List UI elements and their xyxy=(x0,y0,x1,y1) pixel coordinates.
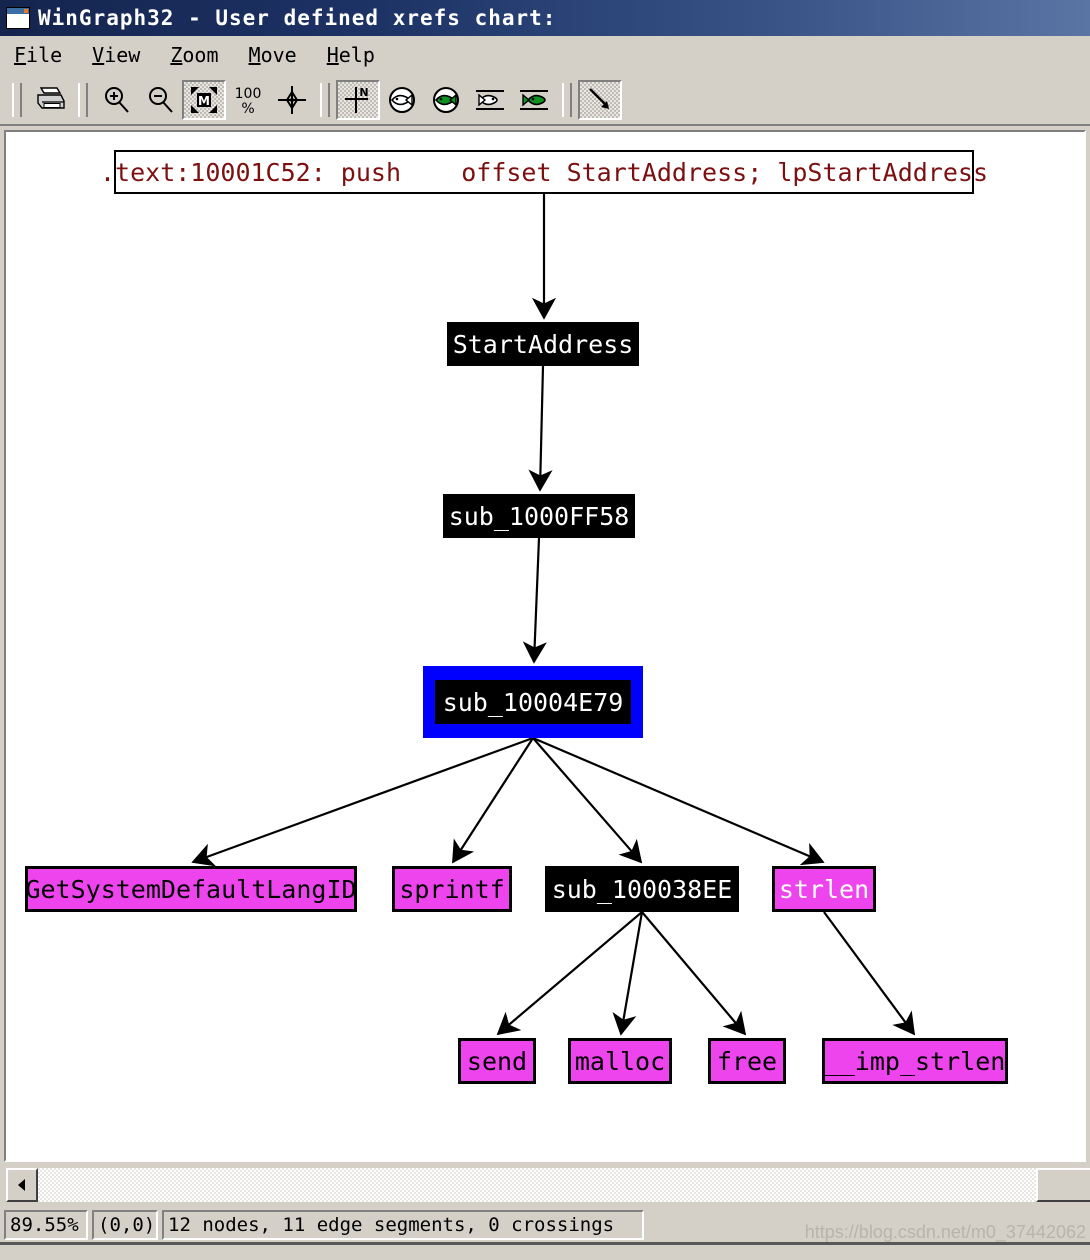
graph-node-malloc[interactable]: malloc xyxy=(568,1038,672,1084)
menu-item-help[interactable]: Help xyxy=(327,43,375,67)
toolbar: M 100 % N xyxy=(0,74,1090,126)
print-button[interactable] xyxy=(28,80,72,120)
menu-mnemonic: F xyxy=(14,43,27,67)
center-icon xyxy=(278,86,306,114)
horizontal-scrollbar[interactable] xyxy=(6,1168,1090,1202)
edge-mode-button[interactable] xyxy=(578,80,622,120)
node-label: sprintf xyxy=(399,874,505,904)
crosshair-north-icon: N xyxy=(345,86,369,113)
menu-mnemonic: Z xyxy=(170,43,183,67)
node-label: free xyxy=(716,1046,778,1076)
graph-node-imp-strlen[interactable]: __imp_strlen xyxy=(822,1038,1008,1084)
zoom-in-button[interactable] xyxy=(94,80,138,120)
toolbar-grip-4[interactable] xyxy=(562,83,572,117)
menu-label: ove xyxy=(260,43,297,67)
graph-node-free[interactable]: free xyxy=(708,1038,786,1084)
arrow-down-right-icon xyxy=(589,88,609,109)
status-coords: (0,0) xyxy=(92,1210,158,1240)
graph-content: .text:10001C52: push offset StartAddress… xyxy=(6,132,1084,1160)
fisheye-rect-green-icon xyxy=(520,90,548,110)
fit-to-window-icon: M xyxy=(191,87,217,113)
menu-label: oom xyxy=(182,43,219,67)
edge xyxy=(191,736,534,867)
toolbar-grip[interactable] xyxy=(12,83,22,117)
graph-node-strlen[interactable]: strlen xyxy=(772,866,876,912)
toolbar-grip-2[interactable] xyxy=(78,83,88,117)
fisheye-rect-button[interactable] xyxy=(468,80,512,120)
node-label: sub_1000FF58 xyxy=(448,501,630,531)
menu-mnemonic: H xyxy=(326,43,339,67)
zoom-100-button[interactable]: 100 % xyxy=(226,80,270,120)
window-title: WinGraph32 - User defined xrefs chart: xyxy=(38,6,557,30)
scroll-left-button[interactable] xyxy=(6,1168,38,1202)
toolbar-grip-3[interactable] xyxy=(320,83,330,117)
graph-node-sub-10004e79-selected[interactable]: sub_10004E79 xyxy=(423,666,643,738)
menu-item-file[interactable]: File xyxy=(14,43,62,67)
wingraph32-window: WinGraph32 - User defined xrefs chart: F… xyxy=(0,0,1090,1260)
fisheye-circle-green-icon xyxy=(433,87,459,113)
fisheye-circle-icon xyxy=(389,87,415,113)
menu-item-view[interactable]: View xyxy=(92,43,140,67)
triangle-left-icon xyxy=(18,1179,25,1191)
status-zoom: 89.55% xyxy=(4,1210,88,1240)
svg-text:100: 100 xyxy=(235,86,262,102)
title-bar: WinGraph32 - User defined xrefs chart: xyxy=(0,0,1090,36)
edge xyxy=(612,911,644,1036)
node-label: sub_10004E79 xyxy=(442,687,624,717)
node-inner: sub_10004E79 xyxy=(435,680,631,724)
svg-text:N: N xyxy=(359,86,368,99)
fisheye-circle-button[interactable] xyxy=(380,80,424,120)
menu-label: elp xyxy=(338,43,375,67)
print-icon xyxy=(37,87,65,109)
menu-bar: File View Zoom Move Help xyxy=(0,36,1090,74)
node-label: .text:10001C52: push offset StartAddress… xyxy=(99,157,989,187)
zoom-out-icon xyxy=(149,87,173,113)
fit-to-window-button[interactable]: M xyxy=(182,80,226,120)
menu-mnemonic: M xyxy=(248,43,261,67)
menu-item-move[interactable]: Move xyxy=(249,43,297,67)
graph-node-sub-100038ee[interactable]: sub_100038EE xyxy=(545,866,739,912)
status-bar: 89.55% (0,0) 12 nodes, 11 edge segments,… xyxy=(0,1208,1090,1245)
menu-item-zoom[interactable]: Zoom xyxy=(170,43,218,67)
scroll-thumb[interactable] xyxy=(1036,1168,1090,1202)
graph-edges xyxy=(191,194,916,1036)
zoom-100-icon: 100 % xyxy=(235,86,262,117)
center-button[interactable] xyxy=(270,80,314,120)
node-label: strlen xyxy=(778,874,870,904)
edge xyxy=(528,365,553,492)
fisheye-circle-green-button[interactable] xyxy=(424,80,468,120)
fisheye-rect-green-button[interactable] xyxy=(512,80,556,120)
zoom-in-icon xyxy=(105,87,129,113)
edge xyxy=(522,537,547,664)
menu-label: ile xyxy=(26,43,63,67)
node-label: StartAddress xyxy=(452,329,634,359)
svg-text:M: M xyxy=(198,94,210,108)
graph-node-xref-comment[interactable]: .text:10001C52: push offset StartAddress… xyxy=(100,150,988,194)
edge xyxy=(452,737,534,864)
graph-node-startaddress[interactable]: StartAddress xyxy=(447,322,639,366)
menu-mnemonic: V xyxy=(92,43,105,67)
normal-view-button[interactable]: N xyxy=(336,80,380,120)
zoom-out-button[interactable] xyxy=(138,80,182,120)
graph-node-sprintf[interactable]: sprintf xyxy=(392,866,512,912)
edge xyxy=(496,911,643,1036)
status-graph-info: 12 nodes, 11 edge segments, 0 crossings xyxy=(162,1210,644,1240)
svg-text:%: % xyxy=(241,101,254,117)
node-label: __imp_strlen xyxy=(824,1046,1006,1076)
graph-node-getsystemdefaultlangid[interactable]: GetSystemDefaultLangID xyxy=(25,866,357,912)
edge xyxy=(532,736,825,866)
graph-canvas[interactable]: .text:10001C52: push offset StartAddress… xyxy=(4,130,1086,1162)
fisheye-rect-icon xyxy=(476,90,504,110)
node-label: sub_100038EE xyxy=(551,874,733,904)
graph-node-send[interactable]: send xyxy=(458,1038,536,1084)
window-icon xyxy=(6,7,30,29)
edge xyxy=(532,737,643,864)
graph-node-sub-1000ff58[interactable]: sub_1000FF58 xyxy=(443,494,635,538)
edge xyxy=(823,911,916,1036)
node-label: GetSystemDefaultLangID xyxy=(25,874,357,904)
node-label: malloc xyxy=(574,1046,666,1076)
menu-label: iew xyxy=(104,43,141,67)
node-label: send xyxy=(466,1046,528,1076)
edge xyxy=(641,911,747,1036)
